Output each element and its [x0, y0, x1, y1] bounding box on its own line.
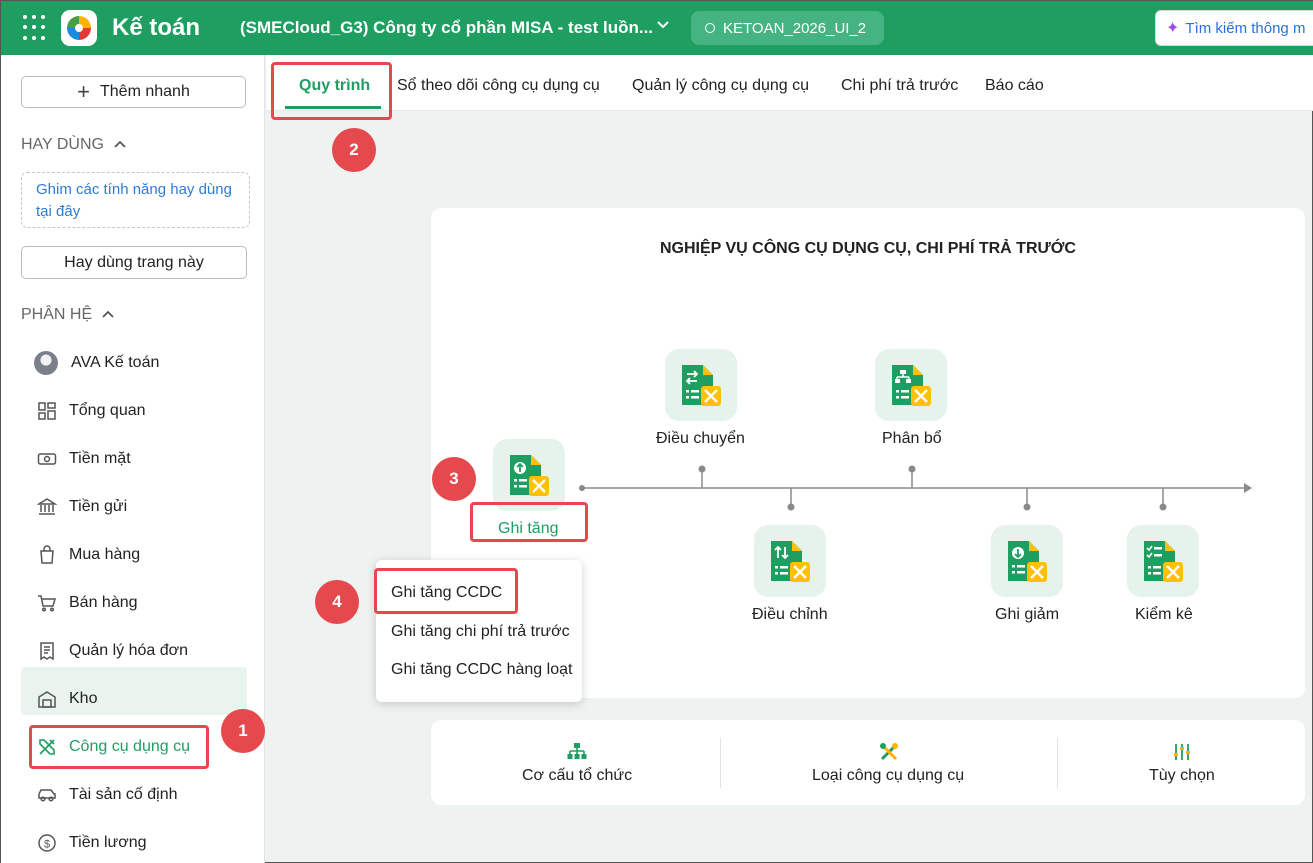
transfer-tool-icon [682, 365, 721, 406]
sidebar-item-bank[interactable]: Tiền gửi [37, 492, 127, 522]
chevron-down-icon[interactable] [656, 18, 670, 35]
search-input[interactable]: ✦ Tìm kiếm thông m [1155, 10, 1313, 46]
modules-section-header[interactable]: PHÂN HỆ [21, 306, 114, 324]
transfer-label[interactable]: Điều chuyển [656, 430, 745, 448]
cart-icon [37, 593, 57, 613]
step-badge-3: 3 [432, 457, 476, 501]
quick-add-label: Thêm nhanh [100, 83, 190, 100]
tab-tool-management[interactable]: Quản lý công cụ dụng cụ [632, 77, 809, 95]
cash-icon [37, 449, 57, 469]
sidebar-item-fixed-assets[interactable]: Tài sản cố định [37, 780, 178, 810]
menu-item-increase-bulk[interactable]: Ghi tăng CCDC hàng loạt [391, 661, 572, 679]
dashboard-icon [37, 401, 57, 421]
options-link[interactable]: Tùy chọn [1149, 767, 1215, 785]
status-dot-icon [705, 23, 715, 33]
settings-card [431, 720, 1305, 805]
divider [1057, 738, 1058, 788]
company-selector[interactable]: (SMECloud_G3) Công ty cổ phần MISA - tes… [240, 18, 653, 38]
highlight-increase-tools-item [374, 568, 518, 614]
app-title: Kế toán [112, 14, 201, 41]
pin-hint: Ghim các tính năng hay dùng tại đây [21, 172, 250, 228]
sidebar-item-label: Kho [69, 690, 98, 707]
sidebar-item-cash[interactable]: Tiền mặt [37, 444, 131, 474]
allocate-tool-icon [892, 365, 931, 406]
sidebar-item-payroll[interactable]: $ Tiền lương [37, 828, 147, 858]
sliders-icon [1174, 744, 1190, 760]
decrease-node[interactable] [991, 525, 1063, 597]
car-icon [37, 785, 57, 805]
increase-node[interactable] [493, 439, 565, 511]
svg-text:$: $ [44, 839, 50, 851]
highlight-workflow-tab [271, 62, 392, 120]
sidebar-item-label: Tổng quan [69, 402, 146, 419]
favorite-page-button[interactable]: Hay dùng trang này [21, 246, 247, 279]
warehouse-icon [37, 689, 57, 709]
misa-logo [61, 10, 97, 46]
workflow-title: NGHIỆP VỤ CÔNG CỤ DỤNG CỤ, CHI PHÍ TRẢ T… [660, 240, 1076, 257]
menu-item-increase-prepaid[interactable]: Ghi tăng chi phí trả trước [391, 623, 570, 641]
tab-tool-ledger[interactable]: Sổ theo dõi công cụ dụng cụ [397, 77, 600, 95]
step-badge-2: 2 [332, 128, 376, 172]
avatar [34, 351, 58, 375]
highlight-tools-item [29, 725, 209, 769]
sidebar-item-label: Tiền lương [69, 834, 147, 851]
step-badge-4: 4 [315, 580, 359, 624]
database-selector[interactable]: KETOAN_2026_UI_2 [691, 11, 884, 45]
sidebar-item-label: Tiền mặt [69, 450, 131, 467]
sidebar-item-label: Mua hàng [69, 546, 141, 563]
org-structure-link[interactable]: Cơ cấu tổ chức [522, 767, 632, 785]
increase-tool-icon [510, 455, 549, 496]
sparkle-icon: ✦ [1166, 20, 1180, 37]
sidebar-item-invoice[interactable]: Quản lý hóa đơn [37, 636, 188, 666]
step-badge-1: 1 [221, 709, 265, 753]
favorites-section-label: HAY DÙNG [21, 136, 104, 153]
bank-icon [37, 497, 57, 517]
plus-icon: + [77, 79, 90, 104]
sidebar-item-label: Tiền gửi [69, 498, 128, 515]
sidebar-item-overview[interactable]: Tổng quan [37, 396, 146, 426]
allocate-node[interactable] [875, 349, 947, 421]
divider [720, 738, 721, 788]
adjust-node[interactable] [754, 525, 826, 597]
sidebar-item-label: Bán hàng [69, 594, 138, 611]
shopping-bag-icon [37, 545, 57, 565]
inventory-tool-icon [1144, 541, 1183, 582]
allocate-label[interactable]: Phân bổ [882, 430, 942, 448]
tool-type-icon [880, 743, 898, 761]
decrease-label[interactable]: Ghi giảm [995, 606, 1059, 624]
sidebar-item-sales[interactable]: Bán hàng [37, 588, 138, 618]
sidebar-item-label: AVA Kế toán [71, 354, 160, 371]
apps-grid-icon[interactable] [23, 15, 49, 41]
search-placeholder: Tìm kiếm thông m [1185, 19, 1306, 37]
sidebar-item-label: Quản lý hóa đơn [69, 642, 189, 659]
adjust-label[interactable]: Điều chỉnh [752, 606, 828, 624]
top-header: Kế toán (SMECloud_G3) Công ty cổ phần MI… [1, 1, 1313, 55]
dollar-icon: $ [37, 833, 57, 853]
inventory-label[interactable]: Kiểm kê [1135, 606, 1193, 624]
sidebar-item-ava[interactable]: AVA Kế toán [34, 348, 160, 378]
adjust-tool-icon [771, 541, 810, 582]
sidebar-item-warehouse[interactable]: Kho [37, 684, 97, 714]
tab-prepaid-expenses[interactable]: Chi phí trả trước [841, 77, 958, 95]
transfer-node[interactable] [665, 349, 737, 421]
highlight-increase-node [470, 502, 588, 542]
sidebar-item-purchase[interactable]: Mua hàng [37, 540, 140, 570]
chevron-up-icon [102, 308, 114, 322]
chevron-up-icon [114, 138, 126, 152]
decrease-tool-icon [1008, 541, 1047, 582]
invoice-icon [37, 641, 57, 661]
modules-section-label: PHÂN HỆ [21, 306, 93, 323]
sidebar-item-label: Tài sản cố định [69, 786, 178, 803]
tab-reports[interactable]: Báo cáo [985, 77, 1044, 95]
quick-add-button[interactable]: + Thêm nhanh [21, 76, 246, 108]
tool-type-link[interactable]: Loại công cụ dụng cụ [812, 767, 964, 785]
database-name: KETOAN_2026_UI_2 [723, 19, 867, 37]
favorites-section-header[interactable]: HAY DÙNG [21, 136, 126, 154]
inventory-node[interactable] [1127, 525, 1199, 597]
org-chart-icon [567, 743, 587, 759]
